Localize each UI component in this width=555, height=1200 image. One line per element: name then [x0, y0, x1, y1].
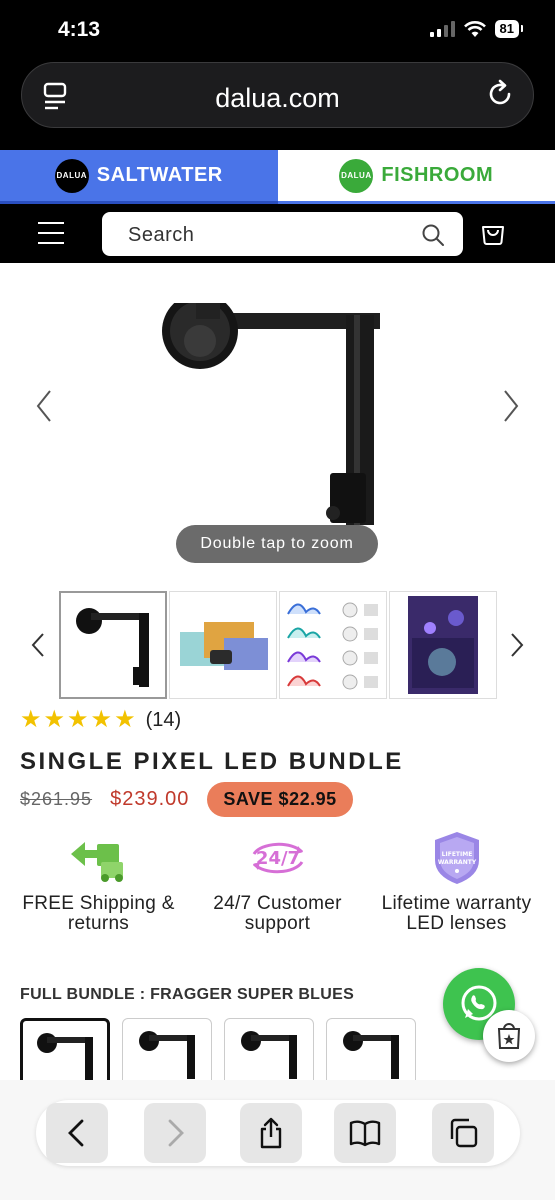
reload-icon[interactable]: [485, 79, 515, 109]
24-7-icon: 24/7: [252, 842, 303, 874]
address-bar[interactable]: dalua.com: [21, 62, 534, 128]
variant-swatch[interactable]: [326, 1018, 416, 1080]
svg-text:24/7: 24/7: [255, 848, 299, 869]
chevron-left-icon: [68, 1119, 84, 1147]
url-text[interactable]: dalua.com: [22, 83, 533, 114]
feature-shipping-label: FREE Shipping & returns: [22, 893, 175, 934]
warranty-shield-icon: LIFETIME WARRANTY: [434, 832, 479, 884]
tab-fishroom[interactable]: DALUA FISHROOM: [277, 150, 555, 204]
chevron-left-icon[interactable]: [30, 632, 46, 658]
feature-list: FREE Shipping & returns 24/7 24/7 Custom…: [0, 830, 555, 960]
chevron-right-icon[interactable]: [509, 632, 525, 658]
back-button[interactable]: [46, 1103, 108, 1163]
site-header: Search: [0, 204, 555, 263]
thumbnail-aquarium[interactable]: [389, 591, 497, 699]
forward-button[interactable]: [144, 1103, 206, 1163]
browser-toolbar: [0, 1080, 555, 1200]
tabs-button[interactable]: [432, 1103, 494, 1163]
feature-support: 24/7 24/7 Customer support: [185, 830, 370, 934]
search-placeholder: Search: [128, 224, 195, 246]
star-icon: ★: [20, 706, 42, 733]
cellular-signal-icon: [429, 21, 455, 37]
star-icon: ★: [67, 706, 89, 733]
thumbnail-strip: [0, 590, 555, 702]
bundle-variant-list: [20, 1018, 440, 1080]
feature-support-label: 24/7 Customer support: [213, 893, 342, 934]
truck-icon: [70, 842, 123, 882]
variant-swatch[interactable]: [20, 1018, 110, 1080]
star-icon: ★: [114, 706, 136, 733]
save-badge: SAVE $22.95: [207, 782, 353, 817]
sale-price: $239.00: [110, 788, 190, 810]
toolbar-pill: [36, 1100, 520, 1166]
chevron-right-icon: [168, 1119, 184, 1147]
packaging-thumbnail-image: [180, 622, 268, 670]
variant-fixture-image: [139, 1031, 195, 1079]
star-icon: ★: [43, 706, 66, 733]
product-gallery[interactable]: Double tap to zoom: [0, 263, 555, 583]
variant-fixture-image: [343, 1031, 399, 1079]
chevron-left-icon[interactable]: [34, 388, 54, 424]
book-icon: [349, 1120, 381, 1147]
wifi-icon: [463, 21, 486, 37]
tab-saltwater-label: SALTWATER: [96, 164, 223, 186]
variant-swatch[interactable]: [224, 1018, 314, 1080]
share-icon: [260, 1117, 282, 1149]
product-title: SINGLE PIXEL LED BUNDLE: [20, 748, 404, 775]
price-row: $261.95 $239.00 SAVE $22.95: [20, 782, 353, 817]
product-rating[interactable]: ★ ★ ★ ★ ★ (14): [20, 708, 181, 732]
tabs-icon: [450, 1118, 478, 1148]
bookmarks-button[interactable]: [334, 1103, 396, 1163]
feature-warranty-label: Lifetime warranty LED lenses: [381, 893, 532, 934]
menu-icon[interactable]: [38, 222, 64, 244]
chevron-right-icon[interactable]: [501, 388, 521, 424]
status-icons: 81: [429, 20, 524, 38]
variant-swatch[interactable]: [122, 1018, 212, 1080]
rewards-button[interactable]: [483, 1010, 535, 1062]
bundle-option-label: FULL BUNDLE : FRAGGER SUPER BLUES: [20, 986, 355, 1003]
cart-icon[interactable]: [479, 218, 507, 246]
star-icon: ★: [90, 706, 113, 733]
variant-fixture-image: [37, 1033, 93, 1080]
compare-price: $261.95: [20, 789, 93, 809]
warranty-badge-line-1: LIFETIME: [441, 851, 472, 858]
tab-saltwater[interactable]: DALUA SALTWATER: [0, 150, 278, 204]
feature-warranty: LIFETIME WARRANTY Lifetime warranty LED …: [364, 830, 549, 934]
battery-indicator: 81: [494, 20, 524, 38]
search-icon[interactable]: [421, 223, 445, 247]
store-switcher: DALUA SALTWATER DALUA FISHROOM: [0, 150, 555, 204]
thumbnail-spectrum[interactable]: [279, 591, 387, 699]
product-image[interactable]: [150, 303, 400, 533]
share-button[interactable]: [240, 1103, 302, 1163]
zoom-hint: Double tap to zoom: [176, 525, 378, 563]
aquarium-thumbnail-image: [408, 596, 478, 694]
spectrum-thumbnail-image: [287, 602, 378, 690]
thumbnail-packaging[interactable]: [169, 591, 277, 699]
browser-chrome: 4:13 81 dalua.com: [0, 0, 555, 150]
feature-shipping: FREE Shipping & returns: [6, 830, 191, 934]
search-input[interactable]: Search: [102, 212, 463, 256]
thumbnail-fixture[interactable]: [59, 591, 167, 699]
dalua-logo-icon: DALUA: [339, 158, 374, 193]
dalua-logo-icon: DALUA: [54, 158, 89, 193]
shopping-bag-star-icon: [497, 1023, 521, 1049]
status-time: 4:13: [58, 18, 101, 41]
warranty-badge-line-2: WARRANTY: [437, 859, 476, 866]
variant-fixture-image: [241, 1031, 297, 1079]
fixture-thumbnail-image: [76, 608, 149, 687]
tab-fishroom-label: FISHROOM: [381, 164, 494, 186]
rating-count[interactable]: (14): [146, 709, 182, 732]
